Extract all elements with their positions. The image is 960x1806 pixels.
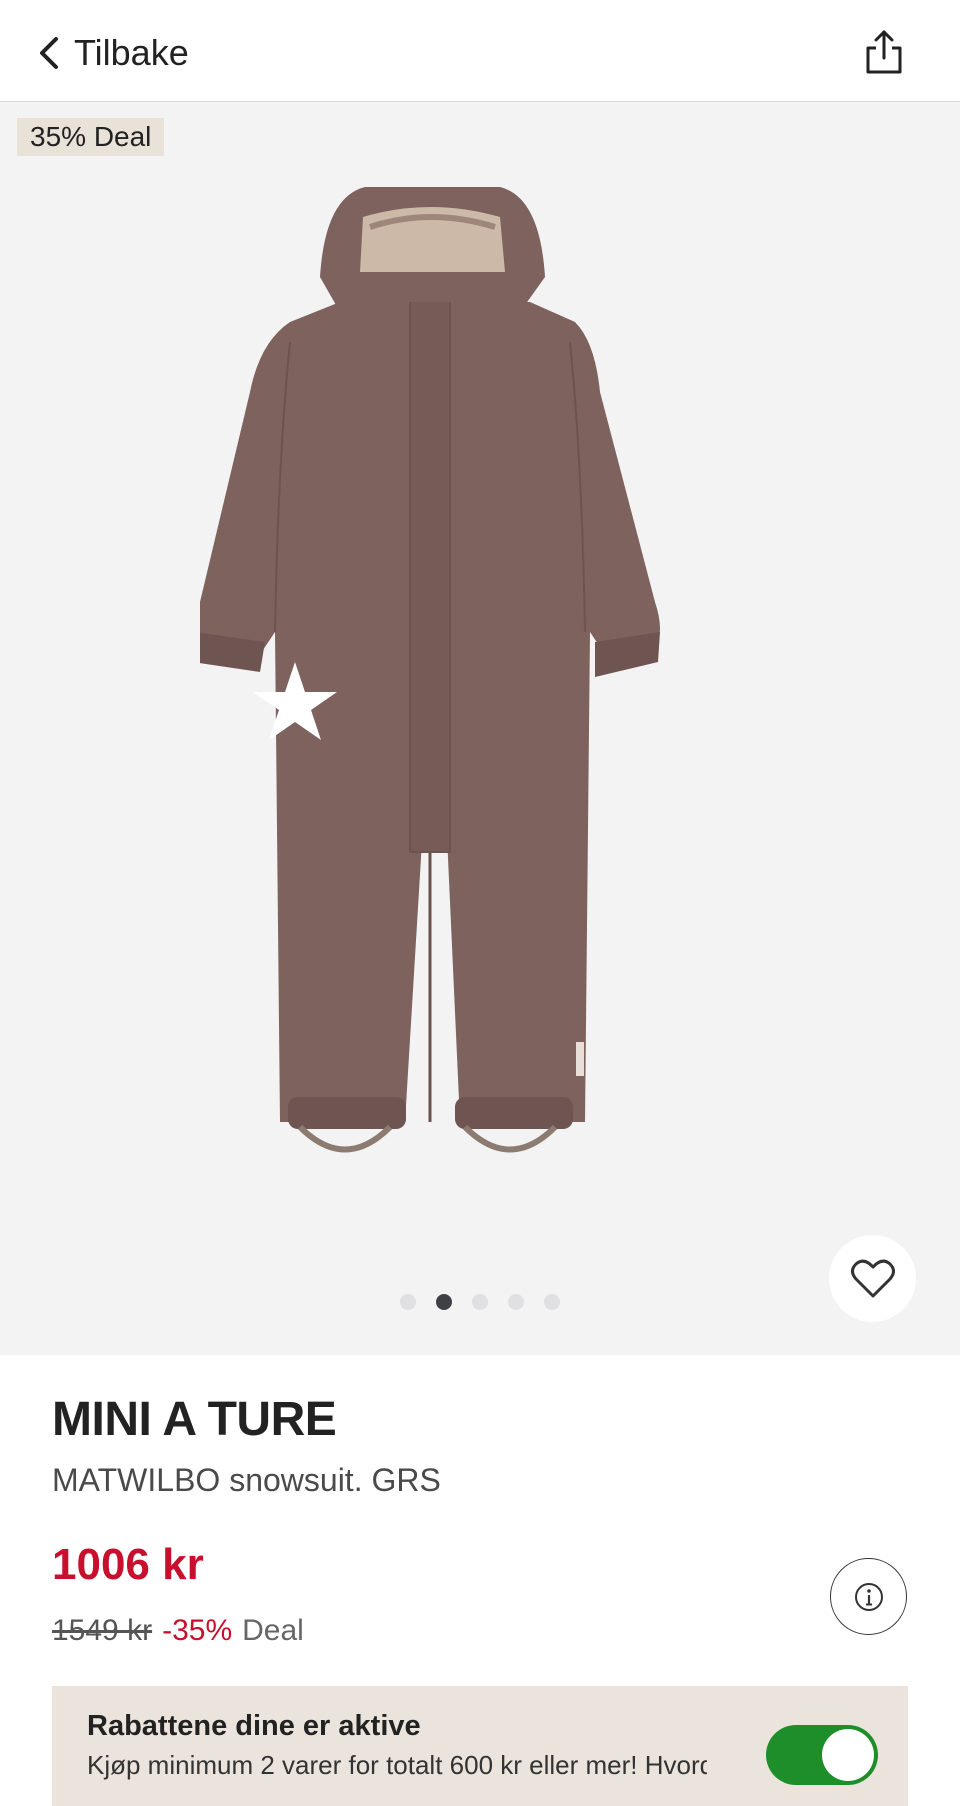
- gallery-dot[interactable]: [400, 1294, 416, 1310]
- current-price: 1006 kr: [52, 1540, 204, 1589]
- back-label: Tilbake: [74, 32, 189, 73]
- original-price: 1549 kr: [52, 1614, 153, 1647]
- product-name: MATWILBO snowsuit. GRS: [52, 1462, 441, 1498]
- product-image: [200, 187, 660, 1153]
- share-icon: [866, 30, 902, 74]
- promo-text: Kjøp minimum 2 varer for totalt 600 kr e…: [87, 1750, 707, 1780]
- gallery-dot-active[interactable]: [436, 1294, 452, 1310]
- active-discounts-banner: Rabattene dine er aktive Kjøp minimum 2 …: [52, 1686, 908, 1806]
- top-bar: Tilbake: [0, 0, 960, 102]
- deal-label: Deal: [242, 1614, 304, 1647]
- product-brand[interactable]: MINI A TURE: [52, 1392, 337, 1447]
- back-button[interactable]: Tilbake: [34, 28, 189, 78]
- gallery-dot[interactable]: [508, 1294, 524, 1310]
- share-button[interactable]: [864, 28, 904, 76]
- price-details: 1549 kr -35% Deal: [52, 1614, 304, 1648]
- deal-badge: 35% Deal: [17, 118, 165, 156]
- chevron-left-icon: [40, 37, 58, 69]
- heart-icon: [850, 1259, 895, 1297]
- price-info-button[interactable]: [830, 1558, 907, 1635]
- discounts-toggle[interactable]: [766, 1725, 878, 1785]
- discount-percent: -35%: [162, 1614, 233, 1647]
- info-icon: [854, 1582, 883, 1611]
- gallery-pagination: [0, 1294, 960, 1310]
- toggle-knob: [822, 1729, 874, 1781]
- product-image-gallery[interactable]: 35% Deal: [0, 102, 960, 1355]
- gallery-dot[interactable]: [472, 1294, 488, 1310]
- promo-title: Rabattene dine er aktive: [87, 1710, 421, 1742]
- gallery-dot[interactable]: [544, 1294, 560, 1310]
